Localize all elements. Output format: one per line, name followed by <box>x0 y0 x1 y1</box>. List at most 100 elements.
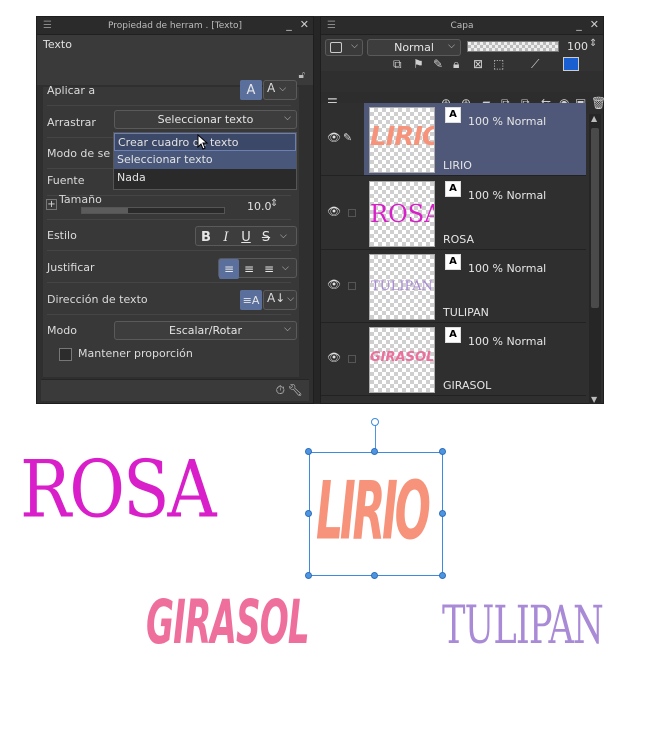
scroll-down-icon[interactable]: ▼ <box>591 395 597 404</box>
ruler-icon[interactable]: ⟋ <box>531 57 539 72</box>
size-value: 10.0 <box>247 200 272 213</box>
layer-scrollbar-thumb[interactable] <box>591 128 599 308</box>
drag-select-value: Seleccionar texto <box>157 113 254 126</box>
horizontal-text-icon[interactable]: ≡A <box>240 290 262 310</box>
resize-handle-right[interactable] <box>439 510 446 517</box>
spinner-icon[interactable]: ⇕ <box>589 38 597 49</box>
chevron-down-icon: ⌵ <box>279 84 287 94</box>
resize-handle-top-right[interactable] <box>439 448 446 455</box>
menu-grip-icon[interactable]: ☰ <box>327 20 336 31</box>
resize-handle-top[interactable] <box>371 448 378 455</box>
rotate-handle[interactable] <box>371 418 379 426</box>
expand-icon[interactable]: + <box>46 199 57 210</box>
layer-blend: 100 % Normal <box>468 115 547 128</box>
apply-tool-dropdown[interactable]: A ⌵ <box>263 80 297 100</box>
layer-color-icon[interactable] <box>563 57 579 71</box>
resize-handle-bottom[interactable] <box>371 572 378 579</box>
chevron-down-icon: ⌵ <box>448 41 455 51</box>
layer-thumbnail: TULIPAN <box>369 254 435 320</box>
text-mode-label: Modo de se <box>47 146 111 160</box>
font-label: Fuente <box>47 173 85 187</box>
minimize-icon[interactable]: _ <box>576 18 582 31</box>
direction-dropdown[interactable]: A↓ ⌵ <box>263 290 297 310</box>
pen-icon[interactable]: ✎ <box>343 131 352 144</box>
clipping-icon[interactable]: ⧉ <box>393 57 402 72</box>
thumbnail-text: LIRIO <box>370 122 434 152</box>
size-slider[interactable] <box>81 207 225 214</box>
menu-grip-icon[interactable]: ☰ <box>43 20 52 31</box>
thumbnail-text: GIRASOL <box>370 350 435 365</box>
align-right-icon[interactable]: ≡ <box>259 259 279 279</box>
mask-icon[interactable]: ⬚ <box>493 57 504 71</box>
tool-name: Texto <box>43 38 72 51</box>
tool-settings-scrollbar[interactable] <box>301 87 309 377</box>
tool-property-titlebar[interactable]: ☰ Propiedad de herram . [Texto] _ ✕ <box>37 17 313 35</box>
layer-row-rosa[interactable]: 👁︎ ROSA A 100 % Normal ROSA <box>321 177 586 250</box>
close-icon[interactable]: ✕ <box>590 18 599 31</box>
layer-row-tulipan[interactable]: 👁︎ TULIPAN A 100 % Normal TULIPAN <box>321 250 586 323</box>
close-icon[interactable]: ✕ <box>300 18 309 31</box>
layer-scrollbar[interactable]: ▲ ▼ <box>589 114 601 404</box>
blend-mode-value: Normal <box>394 41 434 54</box>
underline-button[interactable]: U <box>236 227 256 247</box>
canvas-text-tulipan[interactable]: TULIPAN <box>442 600 604 652</box>
mouse-cursor-icon <box>197 134 209 150</box>
canvas-text-rosa[interactable]: ROSA <box>20 451 217 530</box>
reset-icon[interactable]: ⏱ <box>276 383 285 398</box>
drag-select[interactable]: Seleccionar texto ⌵ <box>114 110 297 129</box>
scroll-up-icon[interactable]: ▲ <box>591 114 597 123</box>
minimize-icon[interactable]: _ <box>286 18 292 31</box>
trash-icon[interactable]: 🗑︎ <box>591 96 606 110</box>
opacity-slider[interactable] <box>467 41 559 52</box>
bold-button[interactable]: B <box>196 227 216 247</box>
resize-handle-bottom-right[interactable] <box>439 572 446 579</box>
lock-icon[interactable]: 🔒︎ <box>453 57 459 72</box>
mode-select[interactable]: Escalar/Rotar ⌵ <box>114 321 297 340</box>
italic-button[interactable]: I <box>216 227 236 247</box>
eye-icon[interactable]: 👁︎ <box>327 278 341 291</box>
canvas-text-girasol[interactable]: GIRASOL <box>146 592 310 653</box>
dropdown-option-none[interactable]: Nada <box>114 169 296 187</box>
chevron-down-icon[interactable]: ⌵ <box>276 227 287 245</box>
resize-handle-bottom-left[interactable] <box>305 572 312 579</box>
edit-target-box[interactable] <box>348 282 356 290</box>
lock-icon[interactable]: 🔓︎ <box>299 70 305 81</box>
edit-target-box[interactable] <box>348 209 356 217</box>
eye-icon[interactable]: 👁︎ <box>327 205 341 218</box>
lock-transparency-icon[interactable]: ⊠ <box>473 57 483 71</box>
spinner-icon[interactable]: ⇕ <box>270 198 278 209</box>
draft-icon[interactable]: ✎ <box>433 57 443 71</box>
chevron-down-icon: ⌵ <box>284 113 291 123</box>
dropdown-option-select-text[interactable]: Seleccionar texto <box>114 151 296 169</box>
resize-handle-left[interactable] <box>305 510 312 517</box>
mode-select-value: Escalar/Rotar <box>169 324 242 337</box>
layer-color-dropdown[interactable]: ⌵ <box>325 39 363 56</box>
align-center-icon[interactable]: ≡ <box>239 259 259 279</box>
align-left-icon[interactable]: ≡ <box>219 259 239 279</box>
size-label: Tamaño <box>59 193 102 206</box>
apply-text-button[interactable]: A <box>240 80 262 100</box>
resize-handle-top-left[interactable] <box>305 448 312 455</box>
apply-to-label: Aplicar a <box>47 83 96 97</box>
keep-ratio-label: Mantener proporción <box>78 347 193 360</box>
layer-row-lirio[interactable]: 👁︎ ✎ LIRIO A 100 % Normal LIRIO <box>321 103 586 176</box>
wrench-icon[interactable]: 🔧︎ <box>288 383 303 397</box>
eye-icon[interactable]: 👁︎ <box>327 351 341 364</box>
thumbnail-text: ROSA <box>370 200 435 228</box>
reference-icon[interactable]: ⚑ <box>413 57 424 71</box>
strikethrough-button[interactable]: S <box>256 227 276 247</box>
keep-ratio-checkbox[interactable] <box>59 348 72 361</box>
text-layer-icon: A <box>445 327 461 343</box>
blend-mode-select[interactable]: Normal ⌵ <box>367 39 461 56</box>
transform-bounding-box[interactable] <box>309 452 443 576</box>
layer-panel-titlebar[interactable]: ☰ Capa _ ✕ <box>321 17 603 35</box>
eye-icon[interactable]: 👁︎ <box>327 131 341 144</box>
layer-row-girasol[interactable]: 👁︎ GIRASOL A 100 % Normal GIRASOL <box>321 323 586 396</box>
layer-blend: 100 % Normal <box>468 189 547 202</box>
chevron-down-icon: ⌵ <box>351 41 358 51</box>
chevron-down-icon[interactable]: ⌵ <box>279 259 289 277</box>
justify-button-group: ≡ ≡ ≡ ⌵ <box>218 258 297 279</box>
edit-target-box[interactable] <box>348 355 356 363</box>
layer-thumbnail: LIRIO <box>369 107 435 173</box>
layer-toolbar-top: ⌵ Normal ⌵ 100 ⇕ ⧉ ⚑ ✎ 🔒︎ ⊠ ⬚ ⟋ <box>321 35 603 71</box>
